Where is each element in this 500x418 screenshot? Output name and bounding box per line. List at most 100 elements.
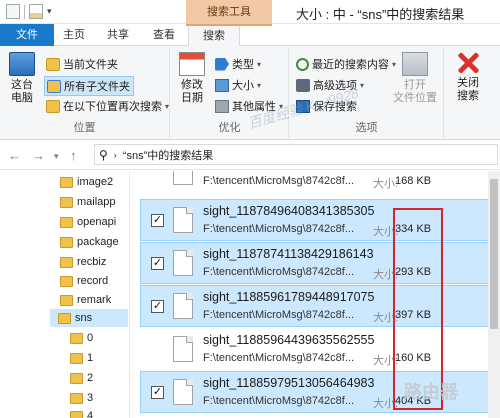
nav-item-label: 1 xyxy=(87,352,94,364)
nav-item-2[interactable]: 2 xyxy=(70,369,93,387)
nav-item-label: remark xyxy=(77,294,112,306)
size-icon xyxy=(215,78,229,92)
folder-icon xyxy=(60,196,73,208)
tab-view[interactable]: 查看 xyxy=(142,24,186,46)
file-row[interactable]: ✓ sight_11878741138429186143 F:\tencent\… xyxy=(140,242,500,284)
nav-item-label: sns xyxy=(75,312,93,324)
folder-icon xyxy=(58,312,71,324)
chevron-down-icon: ▾ xyxy=(257,80,262,90)
up-arrow-icon[interactable]: ↑ xyxy=(70,148,77,163)
tab-share[interactable]: 共享 xyxy=(98,24,138,46)
tab-home[interactable]: 主页 xyxy=(54,24,94,46)
address-path: “sns”中的搜索结果 xyxy=(122,149,214,162)
nav-item-image2[interactable]: image2 xyxy=(60,173,113,191)
this-pc-label: 这台 电脑 xyxy=(11,79,33,104)
nav-item-package[interactable]: package xyxy=(60,233,119,251)
search-icon: ⚲ xyxy=(99,147,108,162)
chevron-down-icon: ▾ xyxy=(165,101,170,111)
nav-item-label: 3 xyxy=(87,392,94,404)
row-checkbox[interactable]: ✓ xyxy=(151,257,164,270)
file-name: sight_11885979513056464983 xyxy=(203,376,375,390)
kind-label: 类型 xyxy=(232,59,254,71)
folder-icon xyxy=(70,352,83,364)
forward-arrow-icon[interactable]: → xyxy=(32,148,45,163)
group-label-options: 选项 xyxy=(355,122,378,134)
current-folder-button[interactable]: 当前文件夹 xyxy=(46,56,118,72)
folder-icon xyxy=(46,57,60,71)
file-row[interactable]: sight_11885964439635562555 F:\tencent\Mi… xyxy=(140,328,500,370)
nav-item-openapi[interactable]: openapi xyxy=(60,213,116,231)
all-subfolders-label: 所有子文件夹 xyxy=(64,81,130,93)
file-icon xyxy=(173,171,193,185)
nav-item-label: package xyxy=(77,236,119,248)
context-tab-underline xyxy=(186,24,272,26)
vertical-scrollbar[interactable] xyxy=(488,171,500,418)
recent-searches-button[interactable]: 最近的搜索内容 ▾ xyxy=(296,56,396,72)
ribbon: 这台 电脑 当前文件夹 所有子文件夹 在以下位置再次搜索 ▾ 位置 修改 日期 … xyxy=(0,46,500,140)
nav-item-remark[interactable]: remark xyxy=(60,291,111,309)
properties-icon xyxy=(215,99,229,113)
scrollbar-thumb[interactable] xyxy=(490,179,498,329)
file-icon xyxy=(173,207,193,233)
back-arrow-icon[interactable]: ← xyxy=(8,148,21,163)
navigation-pane: image2 mailapp openapi package recbiz re… xyxy=(0,171,130,418)
properties-icon[interactable] xyxy=(6,4,20,19)
folder-icon xyxy=(70,372,83,384)
file-path: F:\tencent\MicroMsg\8742c8f... xyxy=(203,266,355,278)
group-location: 这台 电脑 当前文件夹 所有子文件夹 在以下位置再次搜索 ▾ 位置 xyxy=(0,48,170,138)
nav-item-label: 2 xyxy=(87,372,94,384)
nav-item-sns[interactable]: sns xyxy=(50,309,128,327)
nav-item-4[interactable]: 4 xyxy=(70,407,93,418)
row-checkbox[interactable]: ✓ xyxy=(151,386,164,399)
nav-item-recbiz[interactable]: recbiz xyxy=(60,253,106,271)
nav-item-mailapp[interactable]: mailapp xyxy=(60,193,116,211)
size-label: 大小 xyxy=(232,80,254,92)
nav-item-label: mailapp xyxy=(77,196,116,208)
tab-file[interactable]: 文件 xyxy=(0,24,54,46)
file-row[interactable]: sight_11880878832111290799 F:\tencent\Mi… xyxy=(140,171,500,193)
kind-button[interactable]: 类型 ▾ xyxy=(215,56,261,72)
address-bar: ← → ▾ ↑ ⚲ › “sns”中的搜索结果 xyxy=(0,140,500,170)
file-row[interactable]: ✓ sight_11885961789448917075 F:\tencent\… xyxy=(140,285,500,327)
folder-icon xyxy=(60,256,73,268)
file-row[interactable]: ✓ sight_11878496408341385305 F:\tencent\… xyxy=(140,199,500,241)
open-file-location-label: 打开 文件位置 xyxy=(393,79,437,104)
recent-searches-label: 最近的搜索内容 xyxy=(312,59,389,71)
file-name: sight_11885964439635562555 xyxy=(203,333,375,347)
this-pc-button[interactable]: 这台 电脑 xyxy=(6,52,38,105)
file-path: F:\tencent\MicroMsg\8742c8f... xyxy=(203,223,355,235)
current-folder-label: 当前文件夹 xyxy=(63,59,118,71)
recent-locations-icon[interactable]: ▾ xyxy=(54,151,59,162)
nav-item-record[interactable]: record xyxy=(60,272,108,290)
toolbar-divider xyxy=(24,4,25,19)
size-button[interactable]: 大小 ▾ xyxy=(215,77,261,93)
group-options: 最近的搜索内容 ▾ 高级选项 ▾ 保存搜索 打开 文件位置 选项 xyxy=(290,48,444,138)
folder-icon xyxy=(60,294,73,306)
nav-item-1[interactable]: 1 xyxy=(70,349,93,367)
address-input[interactable]: ⚲ › “sns”中的搜索结果 xyxy=(94,144,498,165)
recent-searches-icon xyxy=(296,57,309,71)
file-icon xyxy=(173,293,193,319)
close-icon xyxy=(455,50,481,74)
computer-icon xyxy=(9,52,35,76)
chevron-right-icon[interactable]: › xyxy=(114,150,117,160)
folder-icon xyxy=(60,275,73,287)
all-subfolders-button[interactable]: 所有子文件夹 xyxy=(44,76,134,96)
folder-icon xyxy=(70,392,83,404)
open-file-location-button[interactable]: 打开 文件位置 xyxy=(390,52,440,105)
nav-item-label: 4 xyxy=(87,410,94,418)
tab-search[interactable]: 搜索 xyxy=(188,24,240,47)
row-checkbox[interactable]: ✓ xyxy=(151,214,164,227)
new-folder-icon[interactable] xyxy=(29,4,43,19)
chevron-down-icon[interactable]: ▾ xyxy=(47,6,52,17)
row-checkbox[interactable]: ✓ xyxy=(151,300,164,313)
corner-watermark: 路由器 xyxy=(404,382,458,402)
file-icon xyxy=(173,336,193,362)
nav-item-label: recbiz xyxy=(77,256,107,268)
file-icon xyxy=(173,250,193,276)
nav-item-3[interactable]: 3 xyxy=(70,389,93,407)
search-again-button[interactable]: 在以下位置再次搜索 ▾ xyxy=(46,98,169,114)
date-modified-button[interactable]: 修改 日期 xyxy=(177,52,207,105)
nav-item-0[interactable]: 0 xyxy=(70,329,93,347)
close-search-button[interactable]: 关闭 搜索 xyxy=(450,50,486,103)
